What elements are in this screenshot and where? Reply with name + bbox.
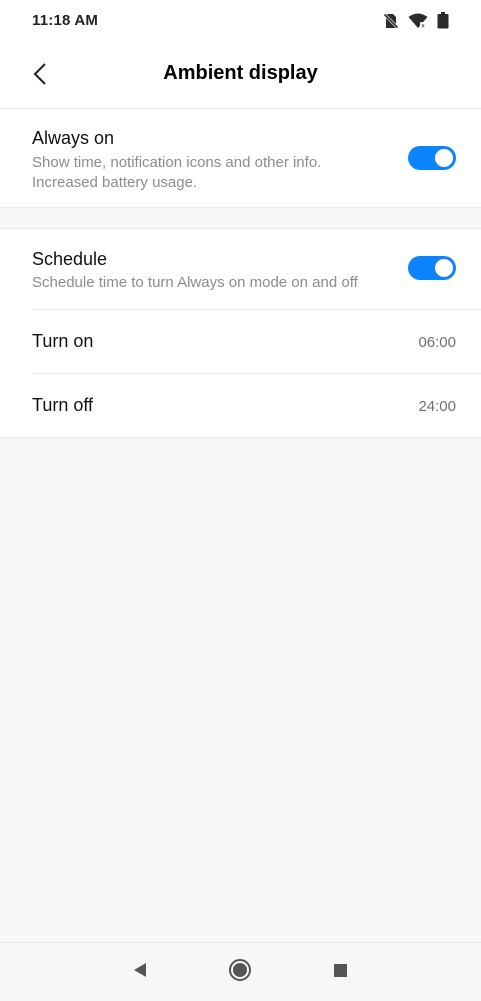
always-on-toggle[interactable] xyxy=(408,146,456,170)
wifi-icon: x xyxy=(408,13,428,29)
always-on-section: Always on Show time, notification icons … xyxy=(0,109,481,208)
header: Ambient display xyxy=(0,44,481,109)
always-on-subtitle: Show time, notification icons and other … xyxy=(32,154,322,191)
recents-square-icon xyxy=(332,962,348,983)
always-on-title: Always on xyxy=(32,128,115,148)
toggle-knob xyxy=(435,259,453,277)
schedule-subtitle: Schedule time to turn Always on mode on … xyxy=(32,274,358,291)
page-title: Ambient display xyxy=(163,62,318,84)
turn-on-value: 06:00 xyxy=(418,334,456,351)
turn-on-row[interactable]: Turn on 06:00 xyxy=(0,310,481,373)
battery-icon xyxy=(437,12,449,29)
schedule-section: Schedule Schedule time to turn Always on… xyxy=(0,228,481,438)
nav-home-button[interactable] xyxy=(228,958,252,987)
nav-recents-button[interactable] xyxy=(328,960,352,984)
turn-off-value: 24:00 xyxy=(418,398,456,415)
schedule-title: Schedule xyxy=(32,249,108,269)
back-triangle-icon xyxy=(132,962,148,983)
schedule-toggle[interactable] xyxy=(408,256,456,280)
status-bar: 11:18 AM x xyxy=(0,0,481,44)
turn-on-label: Turn on xyxy=(32,331,94,351)
turn-off-label: Turn off xyxy=(32,395,94,415)
status-icons: x xyxy=(383,12,449,29)
navigation-bar xyxy=(0,942,481,1001)
nav-back-button[interactable] xyxy=(128,960,152,984)
status-time: 11:18 AM xyxy=(32,12,99,29)
no-sim-icon xyxy=(383,12,399,29)
toggle-knob xyxy=(435,149,453,167)
turn-off-row[interactable]: Turn off 24:00 xyxy=(0,374,481,437)
svg-text:x: x xyxy=(421,22,425,29)
home-circle-icon xyxy=(228,958,252,987)
